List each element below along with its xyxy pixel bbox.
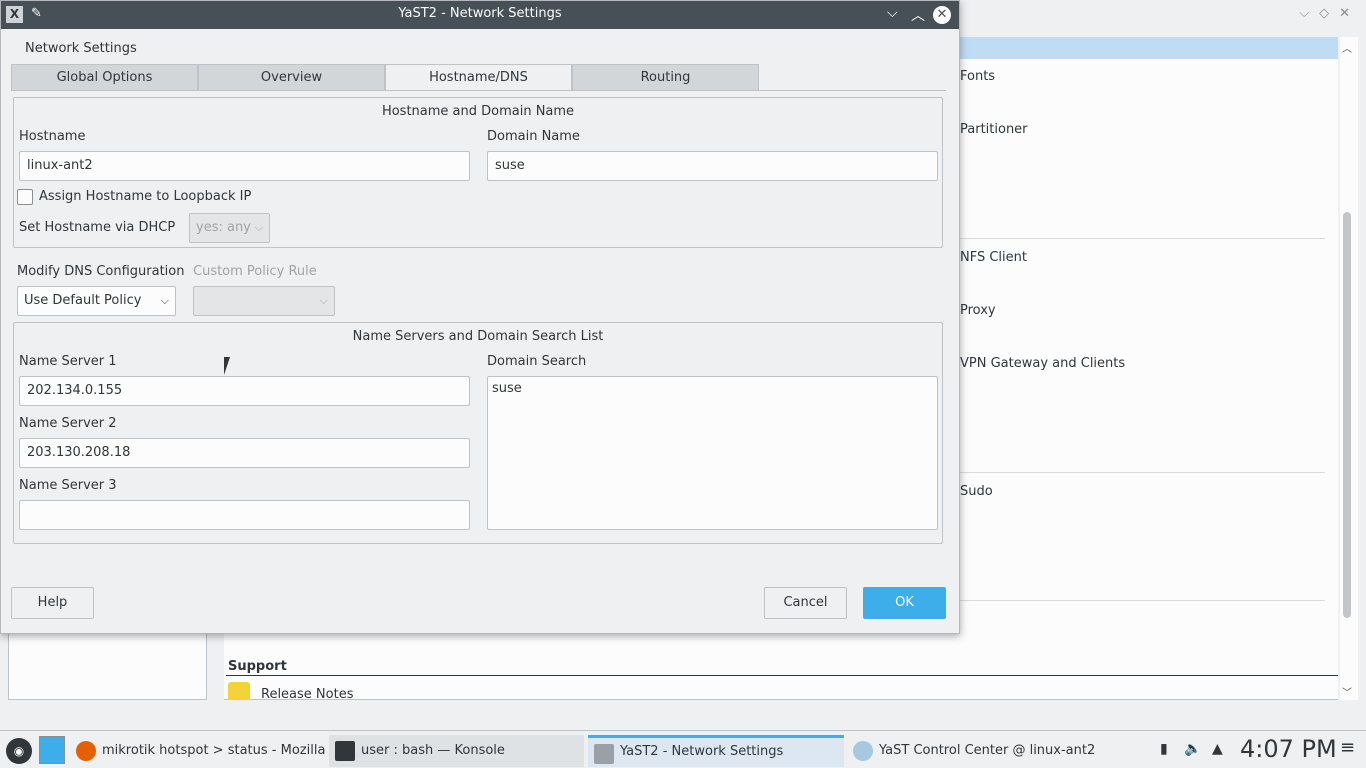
task-firefox[interactable]: mikrotik hotspot > status - Mozilla ... bbox=[70, 735, 326, 767]
separator bbox=[960, 600, 1325, 601]
loopback-checkbox[interactable] bbox=[17, 189, 33, 205]
scroll-down-icon[interactable]: ﹀ bbox=[1342, 684, 1352, 699]
separator bbox=[960, 472, 1325, 473]
usb-icon[interactable]: ▮ bbox=[1160, 741, 1168, 757]
dhcp-hostname-label: Set Hostname via DHCP bbox=[19, 220, 176, 235]
separator bbox=[960, 238, 1325, 239]
name-server-3-label: Name Server 3 bbox=[19, 478, 117, 493]
module-fonts[interactable]: Fonts bbox=[960, 69, 995, 84]
support-divider bbox=[226, 675, 1338, 676]
menu-icon[interactable]: ≡ bbox=[1340, 737, 1355, 758]
window-title: YaST2 - Network Settings bbox=[398, 6, 562, 21]
minimize-icon[interactable]: ⌵ bbox=[887, 5, 898, 21]
maximize-icon[interactable]: ︿ bbox=[911, 5, 925, 25]
name-server-1-label: Name Server 1 bbox=[19, 354, 117, 369]
taskbar: ◉ mikrotik hotspot > status - Mozilla ..… bbox=[0, 730, 1366, 768]
yast-icon bbox=[594, 744, 614, 764]
module-nfs-client[interactable]: NFS Client bbox=[960, 250, 1027, 265]
selected-row bbox=[960, 37, 1338, 59]
custom-policy-select: ⌵ bbox=[193, 286, 335, 316]
hostname-label: Hostname bbox=[19, 129, 86, 144]
release-notes-icon bbox=[228, 682, 250, 700]
name-server-2-label: Name Server 2 bbox=[19, 416, 117, 431]
tab-bar: Global Options Overview Hostname/DNS Rou… bbox=[11, 64, 759, 91]
tab-global-options[interactable]: Global Options bbox=[11, 64, 198, 91]
custom-policy-label: Custom Policy Rule bbox=[193, 264, 317, 279]
task-yast-control-center[interactable]: YaST Control Center @ linux-ant2 bbox=[847, 735, 1103, 767]
module-sudo[interactable]: Sudo bbox=[960, 484, 993, 499]
tab-routing[interactable]: Routing bbox=[572, 64, 759, 91]
minimize-icon[interactable]: ⌵ bbox=[1299, 6, 1309, 21]
mouse-cursor bbox=[224, 357, 236, 375]
module-release-notes[interactable]: Release Notes bbox=[261, 687, 353, 702]
dialog-heading: Network Settings bbox=[25, 41, 137, 56]
hostname-input[interactable]: linux-ant2 bbox=[19, 151, 470, 181]
support-heading: Support bbox=[228, 659, 287, 674]
dialog-titlebar[interactable]: X ✎ YaST2 - Network Settings ⌵ ︿ ✕ bbox=[1, 1, 959, 29]
domain-name-label: Domain Name bbox=[487, 129, 580, 144]
terminal-icon bbox=[335, 741, 355, 761]
opensuse-icon: ◉ bbox=[6, 738, 32, 764]
scroll-up-icon[interactable]: ︿ bbox=[1342, 40, 1352, 55]
ok-button[interactable]: OK bbox=[863, 587, 946, 619]
close-icon[interactable]: ✕ bbox=[933, 6, 951, 24]
network-settings-dialog: X ✎ YaST2 - Network Settings ⌵ ︿ ✕ Netwo… bbox=[0, 0, 960, 634]
modify-dns-label: Modify DNS Configuration bbox=[17, 264, 185, 279]
task-firefox-label: mikrotik hotspot > status - Mozilla ... bbox=[102, 743, 326, 758]
maximize-icon[interactable]: ◇ bbox=[1319, 6, 1329, 21]
pager-icon[interactable] bbox=[39, 736, 65, 764]
module-partitioner[interactable]: Partitioner bbox=[960, 122, 1028, 137]
tab-hostname-dns[interactable]: Hostname/DNS bbox=[385, 64, 572, 91]
chevron-down-icon: ⌵ bbox=[160, 294, 169, 307]
name-server-1-input[interactable]: 202.134.0.155 bbox=[19, 376, 470, 406]
task-konsole-label: user : bash — Konsole bbox=[361, 743, 505, 758]
modify-dns-value: Use Default Policy bbox=[24, 293, 142, 308]
volume-icon[interactable]: 🔈 bbox=[1184, 741, 1201, 757]
chevron-down-icon: ⌵ bbox=[254, 221, 263, 234]
tab-divider bbox=[11, 90, 946, 91]
name-server-3-input[interactable] bbox=[19, 500, 470, 530]
name-server-2-input[interactable]: 203.130.208.18 bbox=[19, 438, 470, 468]
task-konsole[interactable]: user : bash — Konsole bbox=[329, 735, 584, 767]
dhcp-hostname-select: yes: any ⌵ bbox=[189, 213, 270, 243]
cancel-button[interactable]: Cancel bbox=[764, 587, 847, 619]
domain-search-label: Domain Search bbox=[487, 354, 587, 369]
domain-search-textarea[interactable]: suse bbox=[487, 376, 938, 530]
domain-name-input[interactable]: suse bbox=[487, 151, 938, 181]
task-yast-network-label: YaST2 - Network Settings bbox=[620, 744, 784, 759]
help-button[interactable]: Help bbox=[11, 587, 94, 619]
bg-window-buttons: ⌵ ◇ ✕ bbox=[1299, 6, 1350, 21]
firefox-icon bbox=[76, 741, 96, 761]
hostname-group-title: Hostname and Domain Name bbox=[381, 104, 575, 119]
close-icon[interactable]: ✕ bbox=[1339, 6, 1350, 21]
tab-overview[interactable]: Overview bbox=[198, 64, 385, 91]
modify-dns-select[interactable]: Use Default Policy ⌵ bbox=[17, 286, 176, 316]
nameservers-group-title: Name Servers and Domain Search List bbox=[352, 329, 604, 344]
module-panel-bottom bbox=[224, 632, 1338, 700]
chevron-down-icon: ⌵ bbox=[319, 294, 328, 307]
category-list bbox=[8, 632, 207, 700]
scrollbar-thumb[interactable] bbox=[1343, 212, 1351, 618]
module-vpn[interactable]: VPN Gateway and Clients bbox=[960, 356, 1125, 371]
loopback-label[interactable]: Assign Hostname to Loopback IP bbox=[39, 189, 251, 204]
clock[interactable]: 4:07 PM bbox=[1240, 735, 1337, 763]
tray-expand-icon[interactable]: ▲ bbox=[1212, 741, 1223, 757]
dhcp-hostname-value: yes: any bbox=[196, 220, 251, 235]
task-yast-network[interactable]: YaST2 - Network Settings bbox=[588, 735, 844, 767]
application-launcher[interactable]: ◉ bbox=[0, 732, 36, 768]
module-proxy[interactable]: Proxy bbox=[960, 303, 996, 318]
yast-control-center-icon bbox=[853, 741, 873, 761]
task-yast-control-center-label: YaST Control Center @ linux-ant2 bbox=[879, 743, 1096, 758]
